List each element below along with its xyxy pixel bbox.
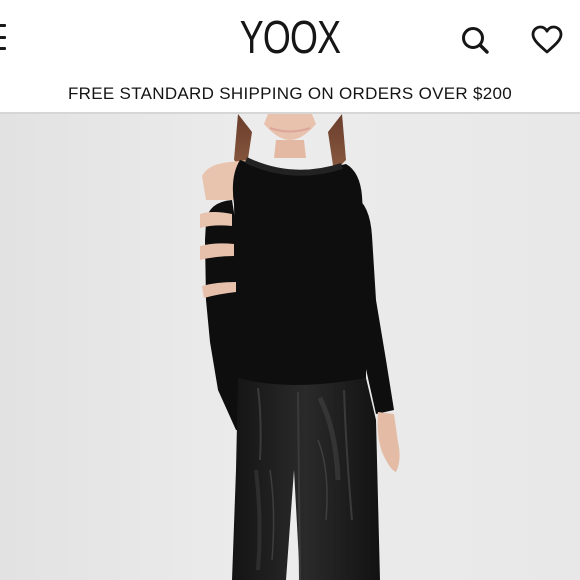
- promo-banner[interactable]: FREE STANDARD SHIPPING ON ORDERS OVER $2…: [0, 76, 580, 112]
- site-header: YOOX: [0, 0, 580, 76]
- heart-icon[interactable]: [530, 23, 564, 57]
- hamburger-menu-icon[interactable]: [0, 24, 6, 50]
- search-icon[interactable]: [458, 23, 492, 57]
- product-image[interactable]: [0, 114, 580, 580]
- product-photo-illustration: [200, 114, 400, 580]
- site-logo[interactable]: YOOX: [64, 12, 516, 62]
